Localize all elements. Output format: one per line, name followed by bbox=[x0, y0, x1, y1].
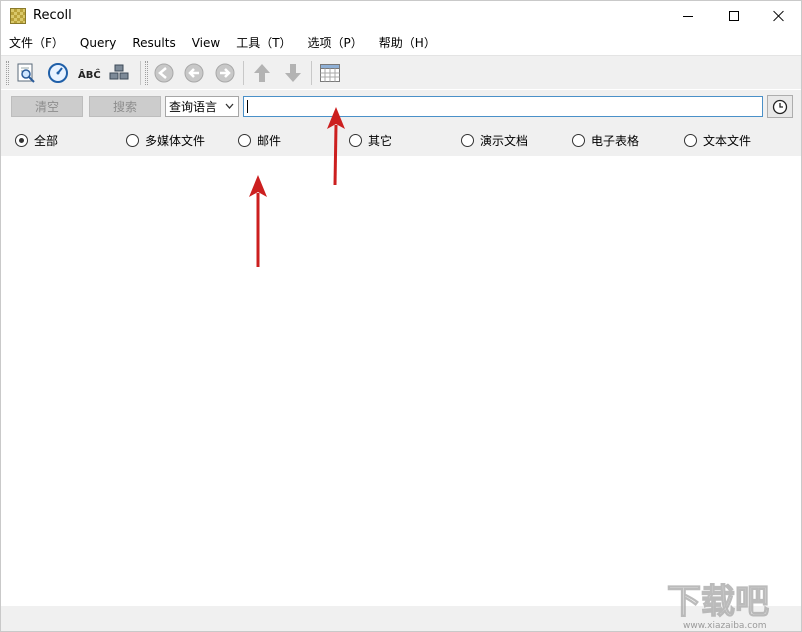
annotation-arrow-icon bbox=[249, 175, 267, 267]
query-fragments-button[interactable] bbox=[106, 61, 132, 85]
radio-icon bbox=[684, 133, 697, 147]
filter-label: 全部 bbox=[34, 133, 59, 148]
sort-down-button[interactable] bbox=[280, 61, 306, 85]
menu-help[interactable]: 帮助（H） bbox=[371, 32, 444, 54]
toolbar-grip[interactable] bbox=[145, 61, 148, 85]
watermark-icon: 下载吧 www.xiazaiba.com bbox=[666, 581, 769, 631]
filter-presentation[interactable]: 演示文档 bbox=[461, 132, 528, 148]
svg-text:下载吧: 下载吧 bbox=[667, 582, 769, 622]
title-bar: Recoll bbox=[1, 1, 801, 31]
query-mode-value: 查询语言 bbox=[169, 100, 218, 114]
minimize-button[interactable] bbox=[665, 1, 711, 31]
previous-page-button[interactable] bbox=[181, 61, 207, 85]
text-caret bbox=[247, 100, 248, 113]
down-arrow-icon bbox=[285, 64, 301, 82]
clock-icon bbox=[772, 99, 788, 114]
spelling-icon: ÂBĈ bbox=[78, 68, 101, 81]
clear-button[interactable]: 清空 bbox=[11, 96, 83, 117]
menu-query[interactable]: Query bbox=[72, 32, 124, 54]
back-button[interactable] bbox=[151, 61, 177, 85]
category-filter-row: 全部 多媒体文件 邮件 其它 演示文档 电子表格 文本文件 bbox=[1, 124, 801, 156]
radio-icon bbox=[349, 133, 362, 147]
toolbar-separator bbox=[311, 61, 312, 85]
prev-icon bbox=[184, 63, 204, 83]
filter-mail[interactable]: 邮件 bbox=[238, 132, 281, 148]
table-view-icon bbox=[320, 64, 340, 82]
radio-icon bbox=[572, 133, 585, 147]
close-icon bbox=[773, 10, 785, 22]
maximize-button[interactable] bbox=[711, 1, 757, 31]
search-input[interactable] bbox=[243, 96, 763, 117]
app-window: Recoll 文件（F） Query Results View 工具（T） 选项… bbox=[0, 0, 802, 632]
menu-options[interactable]: 选项（P） bbox=[300, 32, 371, 54]
spelling-button[interactable]: ÂBĈ bbox=[76, 61, 102, 85]
query-mode-select[interactable]: 查询语言 bbox=[165, 96, 239, 117]
radio-selected-icon bbox=[15, 133, 28, 147]
radio-icon bbox=[126, 133, 139, 147]
filter-label: 邮件 bbox=[257, 133, 282, 148]
query-fragments-icon bbox=[109, 64, 129, 80]
watermark-logo: 下载吧 www.xiazaiba.com bbox=[663, 573, 801, 631]
table-view-button[interactable] bbox=[317, 61, 343, 85]
search-bar-row: 清空 搜索 查询语言 bbox=[1, 90, 801, 124]
filter-label: 文本文件 bbox=[703, 133, 752, 148]
radio-icon bbox=[238, 133, 251, 147]
filter-spreadsheet[interactable]: 电子表格 bbox=[572, 132, 639, 148]
toolbar-separator bbox=[243, 61, 244, 85]
menu-bar: 文件（F） Query Results View 工具（T） 选项（P） 帮助（… bbox=[1, 32, 801, 54]
minimize-icon bbox=[683, 15, 693, 17]
index-update-icon bbox=[48, 63, 68, 83]
filter-other[interactable]: 其它 bbox=[349, 132, 392, 148]
radio-icon bbox=[461, 133, 474, 147]
window-title: Recoll bbox=[33, 8, 72, 23]
filter-media[interactable]: 多媒体文件 bbox=[126, 132, 205, 148]
filter-text[interactable]: 文本文件 bbox=[684, 132, 751, 148]
chevron-down-icon bbox=[225, 103, 234, 109]
menu-file[interactable]: 文件（F） bbox=[1, 32, 72, 54]
results-pane[interactable] bbox=[1, 156, 801, 606]
search-preview-icon bbox=[17, 63, 35, 83]
next-page-button[interactable] bbox=[212, 61, 238, 85]
svg-text:ÂBĈ: ÂBĈ bbox=[78, 68, 101, 81]
up-arrow-icon bbox=[254, 64, 270, 82]
recoll-app-icon bbox=[10, 8, 26, 24]
search-preview-button[interactable] bbox=[13, 61, 39, 85]
annotation-arrow-icon bbox=[327, 107, 345, 186]
filter-all[interactable]: 全部 bbox=[15, 132, 58, 148]
toolbar-grip[interactable] bbox=[6, 61, 9, 85]
search-button[interactable]: 搜索 bbox=[89, 96, 161, 117]
search-history-button[interactable] bbox=[767, 95, 793, 118]
menu-results[interactable]: Results bbox=[124, 32, 183, 54]
menu-view[interactable]: View bbox=[184, 32, 228, 54]
filter-label: 其它 bbox=[368, 133, 393, 148]
filter-label: 多媒体文件 bbox=[145, 133, 206, 148]
index-update-button[interactable] bbox=[45, 61, 71, 85]
maximize-icon bbox=[729, 11, 739, 21]
toolbar-separator bbox=[140, 61, 141, 85]
toolbar: ÂBĈ bbox=[1, 55, 801, 89]
svg-text:www.xiazaiba.com: www.xiazaiba.com bbox=[683, 621, 767, 631]
filter-label: 电子表格 bbox=[591, 133, 640, 148]
next-icon bbox=[215, 63, 235, 83]
back-icon bbox=[154, 63, 174, 83]
filter-label: 演示文档 bbox=[480, 133, 529, 148]
close-button[interactable] bbox=[756, 1, 802, 31]
menu-tools[interactable]: 工具（T） bbox=[228, 32, 299, 54]
sort-up-button[interactable] bbox=[249, 61, 275, 85]
